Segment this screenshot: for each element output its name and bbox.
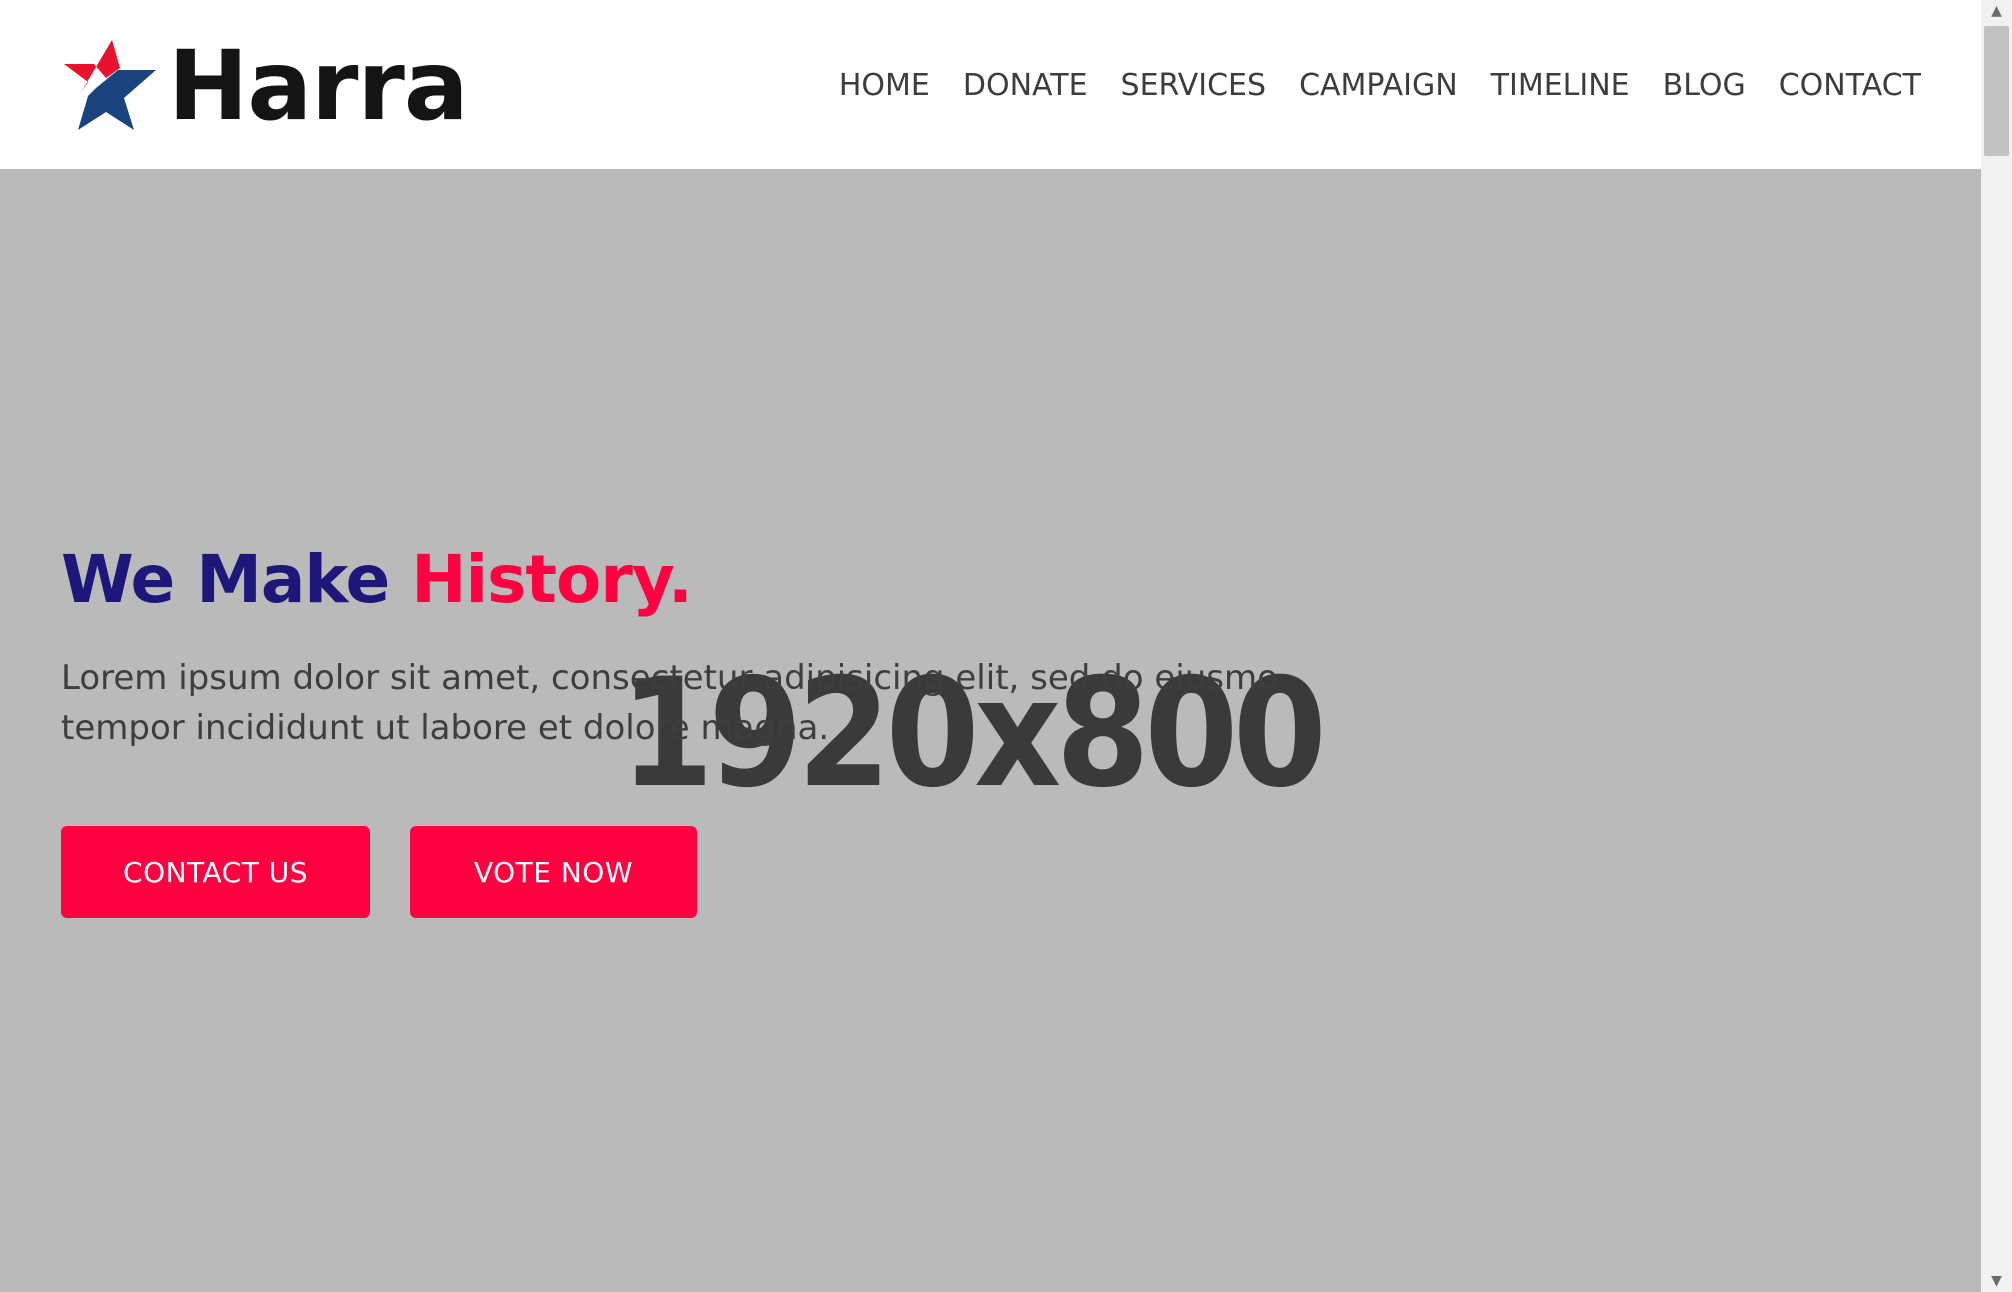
nav-item-home[interactable]: HOME — [839, 70, 930, 101]
vote-now-button[interactable]: VOTE NOW — [410, 826, 697, 918]
nav-item-blog[interactable]: BLOG — [1663, 70, 1746, 101]
nav-item-donate[interactable]: DONATE — [963, 70, 1088, 101]
scroll-up-arrow-icon[interactable]: ▲ — [1981, 0, 2012, 22]
scrollbar-thumb[interactable] — [1984, 26, 2009, 156]
nav-item-services[interactable]: SERVICES — [1121, 70, 1267, 101]
logo[interactable]: Harra — [60, 30, 469, 142]
hero-title-main: We Make — [61, 541, 412, 618]
hero-title: We Make History. — [61, 541, 693, 618]
site-header: Harra HOME DONATE SERVICES CAMPAIGN TIME… — [0, 0, 1981, 169]
nav-item-contact[interactable]: CONTACT — [1779, 70, 1921, 101]
hero-section: 1920x800 We Make History. Lorem ipsum do… — [0, 169, 1981, 1292]
vertical-scrollbar[interactable]: ▲ ▼ — [1981, 0, 2012, 1292]
logo-text: Harra — [168, 30, 469, 142]
scroll-down-arrow-icon[interactable]: ▼ — [1981, 1270, 2012, 1292]
nav-item-campaign[interactable]: CAMPAIGN — [1299, 70, 1458, 101]
main-nav: HOME DONATE SERVICES CAMPAIGN TIMELINE B… — [839, 0, 1921, 169]
star-logo-icon — [64, 40, 156, 130]
contact-us-button[interactable]: CONTACT US — [61, 826, 370, 918]
hero-description: Lorem ipsum dolor sit amet, consectetur … — [61, 658, 1278, 748]
nav-item-timeline[interactable]: TIMELINE — [1491, 70, 1630, 101]
page: Harra HOME DONATE SERVICES CAMPAIGN TIME… — [0, 0, 2012, 1292]
hero-title-accent: History. — [411, 541, 693, 618]
